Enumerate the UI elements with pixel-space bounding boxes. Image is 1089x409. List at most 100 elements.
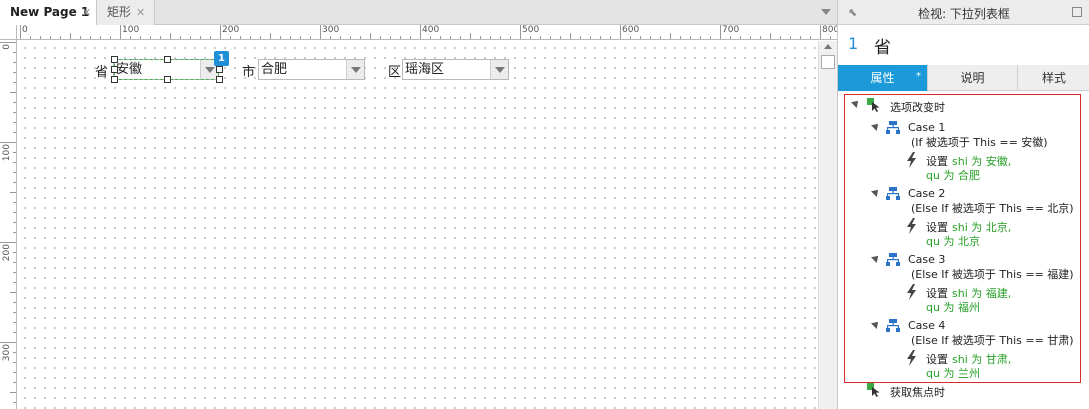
event-name[interactable]: 选项改变时 [890,99,945,115]
ruler-tick [13,182,16,183]
tab-properties[interactable]: 属性 * [838,65,927,91]
ruler-tick [610,36,611,39]
panel-header: ⬉ 检视: 下拉列表框 [838,0,1089,25]
ruler-tick [13,282,16,283]
case-condition: (Else If 被选项于 This == 甘肃) [911,334,1074,347]
resize-handle[interactable] [216,66,223,73]
ruler-tick [220,25,221,39]
ruler-tick [30,36,31,39]
ruler-tick [770,33,771,39]
resize-handle[interactable] [164,76,171,83]
chevron-down-icon[interactable] [821,9,831,15]
ruler-tick [13,82,16,83]
ruler-tick [400,36,401,39]
close-icon[interactable]: ✕ [82,0,91,25]
ruler-tick [13,212,16,213]
dropdown-button[interactable] [346,60,364,79]
ruler-tick [13,62,16,63]
case-name[interactable]: Case 2 [908,187,945,200]
ruler-tick [200,36,201,39]
tab-notes[interactable]: 说明 [927,65,1017,91]
ruler-tick [13,262,16,263]
district-label: 区 [388,65,402,80]
widget-name-field[interactable]: 省 [874,33,891,58]
ruler-tick [80,36,81,39]
ruler-tick [100,36,101,39]
ruler-tick [13,112,16,113]
ruler-tick [160,36,161,39]
ruler-tick [480,36,481,39]
ruler-tick [430,36,431,39]
scrollbar-thumb[interactable] [821,55,835,69]
ruler-tick [20,25,21,39]
inspector-panel: ⬉ 检视: 下拉列表框 1 省 属性 * 说明 样式 选项改变时 获取焦点时 C… [837,0,1089,409]
ruler-tick [720,25,721,39]
widget-number-badge: 1 [214,51,229,66]
ruler-tick [630,36,631,39]
district-dropdown[interactable]: 瑶海区 [402,59,509,80]
ruler-tick [270,33,271,39]
ruler-label: 800 [822,25,837,35]
close-icon[interactable]: ✕ [136,0,145,25]
tab-label: New Page 1 [10,5,90,19]
ruler-tick [140,36,141,39]
ruler-tick [110,36,111,39]
lightning-icon [907,350,916,366]
city-value: 合肥 [261,62,288,77]
scroll-up-icon[interactable] [824,44,832,49]
tab-style[interactable]: 样式 [1017,65,1089,91]
case-condition: (If 被选项于 This == 安徽) [911,136,1048,149]
tab-rectangle[interactable]: 矩形 ✕ [97,0,155,25]
resize-handle[interactable] [111,66,118,73]
ruler-tick [13,322,16,323]
ruler-tick [280,36,281,39]
case-name[interactable]: Case 3 [908,253,945,266]
ruler-tick [13,402,16,403]
ruler-tick [250,36,251,39]
ruler-tick [420,25,421,39]
vertical-scrollbar[interactable] [818,41,837,409]
ruler-tick [13,72,16,73]
ruler-tick [800,36,801,39]
panel-toggle-icon[interactable] [1072,7,1082,17]
ruler-tick [320,25,321,39]
ruler-tick [390,36,391,39]
case-name[interactable]: Case 4 [908,319,945,332]
tab-new-page-1[interactable]: New Page 1 ✕ [0,0,97,25]
case-name[interactable]: Case 1 [908,121,945,134]
lightning-icon [907,152,916,168]
ruler-tick [440,36,441,39]
ruler-tick [540,36,541,39]
chevron-down-icon [351,67,361,73]
ruler-tick [0,342,16,343]
resize-handle[interactable] [111,56,118,63]
action-qu-value[interactable]: qu 为 福州 [926,299,980,315]
resize-handle[interactable] [164,56,171,63]
ruler-tick [120,25,121,39]
district-value: 瑶海区 [405,62,445,77]
ruler-tick [450,36,451,39]
ruler-tick [0,242,16,243]
ruler-tick [650,36,651,39]
resize-handle[interactable] [111,76,118,83]
lightning-icon [907,218,916,234]
ruler-tick [670,33,671,39]
action-qu-value[interactable]: qu 为 合肥 [926,167,980,183]
ruler-tick [13,122,16,123]
ruler-tick [13,302,16,303]
ruler-label: 500 [522,25,540,35]
tab-label: 矩形 [107,5,132,19]
ruler-tick [470,33,471,39]
event-name[interactable]: 获取焦点时 [890,384,945,400]
tab-label: 说明 [960,71,985,85]
vertical-ruler: 0 100 200 300 [0,40,17,409]
action-qu-value[interactable]: qu 为 兰州 [926,365,980,381]
dropdown-button[interactable] [490,60,508,79]
ruler-tick [310,36,311,39]
design-canvas[interactable]: 省 安徽 1 市 合肥 区 瑶海区 [18,41,818,409]
city-dropdown[interactable]: 合肥 [258,59,365,80]
ruler-tick [360,36,361,39]
ruler-tick [230,36,231,39]
resize-handle[interactable] [216,76,223,83]
action-qu-value[interactable]: qu 为 北京 [926,233,980,249]
